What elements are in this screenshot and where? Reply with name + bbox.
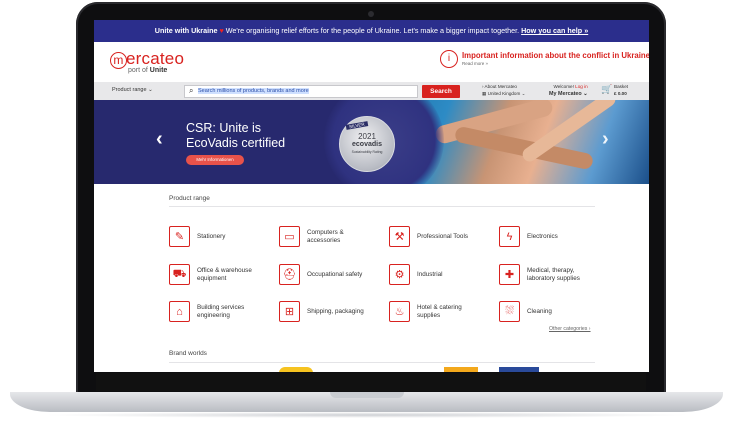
laptop-bezel bbox=[96, 373, 646, 391]
laptop-screen: Unite with Ukraine ♥ We're organising re… bbox=[94, 20, 649, 372]
carousel-next-button[interactable]: › bbox=[602, 128, 609, 151]
category-label: Professional Tools bbox=[417, 232, 468, 240]
laptop-notch bbox=[330, 392, 404, 398]
about-mercateo[interactable]: › About Mercateo ▦ United Kingdom ⌄ bbox=[482, 84, 525, 97]
account-menu[interactable]: Welcome! Log in My Mercateo ⌄ bbox=[549, 84, 588, 97]
navigation-bar: Product range ⌄ ⌕ Search millions of pro… bbox=[94, 82, 649, 101]
category-label: Occupational safety bbox=[307, 270, 363, 278]
hero-carousel: ‹ › CSR: Unite is EcoVadis certified Meh… bbox=[94, 100, 649, 184]
category-item[interactable]: ⚒ Professional Tools bbox=[389, 226, 468, 247]
category-icon: ▭ bbox=[279, 226, 300, 247]
category-icon: ♨ bbox=[389, 301, 410, 322]
read-more-link[interactable]: Read more » bbox=[462, 61, 488, 66]
category-icon: ⊞ bbox=[279, 301, 300, 322]
country-selector[interactable]: United Kingdom ⌄ bbox=[488, 91, 526, 96]
mercateo-logo[interactable]: m ercateo port of Unite bbox=[110, 49, 184, 74]
logo-text: ercateo bbox=[126, 49, 185, 68]
brand-logo[interactable] bbox=[499, 367, 539, 372]
hero-title: CSR: Unite is EcoVadis certified bbox=[186, 121, 285, 151]
category-item[interactable]: ϟ Electronics bbox=[499, 226, 558, 247]
category-label: Computers & accessories bbox=[307, 228, 344, 244]
logo-mark: m bbox=[110, 52, 127, 69]
search-placeholder: Search millions of products, brands and … bbox=[198, 88, 309, 94]
ukraine-info-link[interactable]: Important information about the conflict… bbox=[462, 51, 649, 60]
product-range-title: Product range bbox=[169, 195, 210, 202]
category-item[interactable]: ⛟ Office & warehouse equipment bbox=[169, 264, 252, 285]
carousel-prev-button[interactable]: ‹ bbox=[156, 128, 163, 151]
category-icon: ⛟ bbox=[169, 264, 190, 285]
category-label: Cleaning bbox=[527, 307, 552, 315]
badge-year: 2021 bbox=[358, 132, 376, 141]
category-item[interactable]: ⊞ Shipping, packaging bbox=[279, 301, 364, 322]
category-item[interactable]: ▭ Computers & accessories bbox=[279, 226, 344, 247]
category-label: Medical, therapy, laboratory supplies bbox=[527, 266, 580, 282]
hero-title-line: CSR: Unite is bbox=[186, 121, 262, 135]
category-label: Shipping, packaging bbox=[307, 307, 364, 315]
category-icon: ϟ bbox=[499, 226, 520, 247]
category-label: Building services engineering bbox=[197, 303, 245, 319]
brand-logo[interactable] bbox=[279, 367, 313, 372]
divider bbox=[169, 362, 595, 363]
badge-brand: ecovadis bbox=[352, 141, 382, 148]
banner-lead: Unite with Ukraine bbox=[154, 26, 218, 35]
category-icon: ✚ bbox=[499, 264, 520, 285]
category-label: Industrial bbox=[417, 270, 443, 278]
camera-icon bbox=[368, 11, 374, 17]
brand-logo[interactable] bbox=[444, 367, 478, 372]
my-mercateo-dropdown[interactable]: My Mercateo ⌄ bbox=[549, 91, 588, 98]
category-item[interactable]: ⛑ Occupational safety bbox=[279, 264, 362, 285]
carousel-dots[interactable] bbox=[364, 175, 400, 184]
other-categories-link[interactable]: Other categories › bbox=[549, 326, 591, 332]
category-label: Electronics bbox=[527, 232, 558, 240]
divider bbox=[169, 206, 595, 207]
banner-text: We're organising relief efforts for the … bbox=[223, 26, 522, 35]
category-item[interactable]: ✚ Medical, therapy, laboratory supplies bbox=[499, 264, 580, 285]
category-icon: ⌂ bbox=[169, 301, 190, 322]
help-link[interactable]: How you can help » bbox=[521, 26, 588, 35]
product-range-dropdown[interactable]: Product range ⌄ bbox=[112, 87, 153, 93]
category-label: Hotel & catering supplies bbox=[417, 303, 462, 319]
category-item[interactable]: ⚙ Industrial bbox=[389, 264, 443, 285]
category-item[interactable]: ⌂ Building services engineering bbox=[169, 301, 244, 322]
category-icon: ⛑ bbox=[279, 264, 300, 285]
cart-icon: 🛒 bbox=[601, 84, 613, 94]
welcome-text: Welcome! bbox=[553, 84, 576, 89]
search-input[interactable]: ⌕ Search millions of products, brands an… bbox=[184, 85, 418, 98]
ecovadis-badge: SILVER 2021 ecovadis Sustainability Rati… bbox=[339, 116, 395, 172]
logo-sub-bold: Unite bbox=[149, 67, 168, 74]
badge-silver: SILVER bbox=[345, 121, 368, 130]
category-item[interactable]: ⛆ Cleaning bbox=[499, 301, 552, 322]
info-icon[interactable]: i bbox=[440, 50, 458, 68]
basket-total: £ 0.00 bbox=[614, 90, 627, 96]
category-item[interactable]: ✎ Stationery bbox=[169, 226, 225, 247]
category-item[interactable]: ♨ Hotel & catering supplies bbox=[389, 301, 462, 322]
badge-text: Sustainability Rating bbox=[351, 150, 383, 154]
login-link[interactable]: Log in bbox=[575, 84, 588, 89]
category-label: Stationery bbox=[197, 232, 226, 240]
search-icon: ⌕ bbox=[189, 86, 194, 95]
more-info-button[interactable]: Mehr Informationen bbox=[186, 155, 244, 165]
category-label: Office & warehouse equipment bbox=[197, 266, 252, 282]
site-header: m ercateo port of Unite i Important infor… bbox=[94, 42, 649, 82]
ukraine-banner: Unite with Ukraine ♥ We're organising re… bbox=[94, 20, 649, 42]
hero-title-line: EcoVadis certified bbox=[186, 136, 286, 150]
category-icon: ⚒ bbox=[389, 226, 410, 247]
brand-worlds-title: Brand worlds bbox=[169, 350, 207, 357]
search-button[interactable]: Search bbox=[422, 85, 460, 98]
basket-label: Basket bbox=[614, 84, 629, 89]
category-icon: ⛆ bbox=[499, 301, 520, 322]
logo-sub: port of bbox=[128, 67, 150, 74]
category-icon: ⚙ bbox=[389, 264, 410, 285]
laptop-shadow bbox=[40, 412, 693, 418]
basket[interactable]: 🛒 Basket £ 0.00 bbox=[601, 84, 629, 97]
category-icon: ✎ bbox=[169, 226, 190, 247]
main-content: Product range ✎ Stationery ▭ Computers & ac… bbox=[94, 184, 649, 372]
